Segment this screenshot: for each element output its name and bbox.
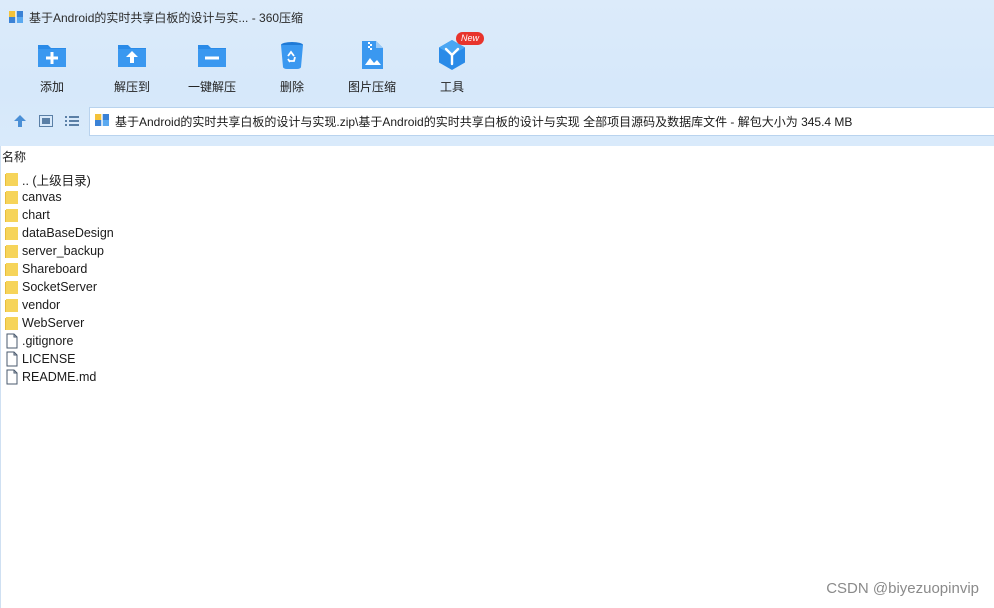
- list-item-folder[interactable]: vendor: [4, 296, 114, 314]
- column-header-name[interactable]: 名称: [2, 148, 26, 165]
- extract-to-button[interactable]: 解压到: [92, 38, 172, 98]
- list-item-name: .gitignore: [22, 334, 74, 348]
- navigation-bar: 基于Android的实时共享白板的设计与实现.zip\基于Android的实时共…: [0, 106, 994, 136]
- folder-icon: [5, 173, 18, 186]
- list-item-folder[interactable]: chart: [4, 206, 114, 224]
- add-button-label: 添加: [39, 80, 64, 94]
- list-item-file[interactable]: .gitignore: [4, 332, 114, 350]
- list-item-name: chart: [22, 208, 50, 222]
- image-compress-button[interactable]: 图片压缩: [332, 38, 412, 98]
- folder-icon: [5, 317, 18, 330]
- tools-button[interactable]: New 工具: [412, 32, 492, 98]
- list-item-name: dataBaseDesign: [22, 226, 114, 240]
- list-item-name: WebServer: [22, 316, 85, 330]
- folder-icon: [5, 209, 18, 222]
- quick-extract-button[interactable]: 一键解压: [172, 38, 252, 98]
- new-badge: New: [456, 32, 485, 45]
- up-level-button[interactable]: [7, 108, 33, 134]
- document-icon: [6, 369, 18, 385]
- folder-icon: [5, 245, 18, 258]
- delete-button[interactable]: 删除: [252, 38, 332, 98]
- archive-app-icon: [8, 9, 24, 25]
- list-item-parent-dir[interactable]: .. (上级目录): [4, 170, 114, 188]
- folder-icon: [5, 299, 18, 312]
- top-panel: 基于Android的实时共享白板的设计与实... - 360压缩 添加 解压到 …: [0, 0, 994, 146]
- list-item-file[interactable]: README.md: [4, 368, 114, 386]
- file-list: .. (上级目录) canvas chart dataBaseDesign se…: [4, 170, 114, 386]
- list-item-name: vendor: [22, 298, 61, 312]
- thumbnail-view-button[interactable]: [33, 108, 59, 134]
- document-icon: [6, 333, 18, 349]
- folder-icon: [5, 281, 18, 294]
- folder-icon: [5, 263, 18, 276]
- toolbar: 添加 解压到 一键解压 删除 图片压缩 New 工具: [12, 32, 492, 98]
- quick-extract-folder-icon: [195, 38, 229, 72]
- image-compress-button-label: 图片压缩: [347, 80, 396, 94]
- extract-to-button-label: 解压到: [113, 80, 150, 94]
- list-view-icon: [65, 116, 79, 126]
- quick-extract-button-label: 一键解压: [187, 80, 236, 94]
- recycle-bin-icon: [275, 38, 309, 72]
- folder-icon: [5, 227, 18, 240]
- list-item-name: LICENSE: [22, 352, 76, 366]
- folder-icon: [5, 191, 18, 204]
- add-folder-icon: [35, 38, 69, 72]
- list-item-name: server_backup: [22, 244, 104, 258]
- title-bar: 基于Android的实时共享白板的设计与实... - 360压缩: [0, 0, 994, 34]
- file-list-panel: 名称 .. (上级目录) canvas chart dataBaseDesign…: [0, 146, 994, 608]
- list-item-folder[interactable]: dataBaseDesign: [4, 224, 114, 242]
- list-item-name: SocketServer: [22, 280, 98, 294]
- address-bar[interactable]: 基于Android的实时共享白板的设计与实现.zip\基于Android的实时共…: [89, 107, 994, 136]
- list-item-name: canvas: [22, 190, 62, 204]
- list-item-name: .. (上级目录): [22, 173, 91, 188]
- window-title: 基于Android的实时共享白板的设计与实... - 360压缩: [29, 10, 304, 25]
- app-window: 基于Android的实时共享白板的设计与实... - 360压缩 添加 解压到 …: [0, 0, 994, 608]
- list-item-name: README.md: [22, 370, 97, 384]
- tools-button-label: 工具: [439, 80, 464, 94]
- list-item-name: Shareboard: [22, 262, 88, 276]
- list-item-folder[interactable]: Shareboard: [4, 260, 114, 278]
- list-item-file[interactable]: LICENSE: [4, 350, 114, 368]
- delete-button-label: 删除: [279, 80, 304, 94]
- add-button[interactable]: 添加: [12, 38, 92, 98]
- list-view-button[interactable]: [59, 108, 85, 134]
- arrow-up-icon: [14, 115, 26, 127]
- extract-to-folder-icon: [115, 38, 149, 72]
- archive-path-icon: [94, 112, 110, 131]
- thumbnail-view-icon: [39, 115, 53, 127]
- image-compress-icon: [355, 38, 389, 72]
- document-icon: [6, 351, 18, 367]
- list-item-folder[interactable]: server_backup: [4, 242, 114, 260]
- list-item-folder[interactable]: WebServer: [4, 314, 114, 332]
- watermark-text: CSDN @biyezuopinvip: [826, 580, 979, 597]
- list-item-folder[interactable]: canvas: [4, 188, 114, 206]
- address-path: 基于Android的实时共享白板的设计与实现.zip\基于Android的实时共…: [115, 115, 853, 129]
- list-item-folder[interactable]: SocketServer: [4, 278, 114, 296]
